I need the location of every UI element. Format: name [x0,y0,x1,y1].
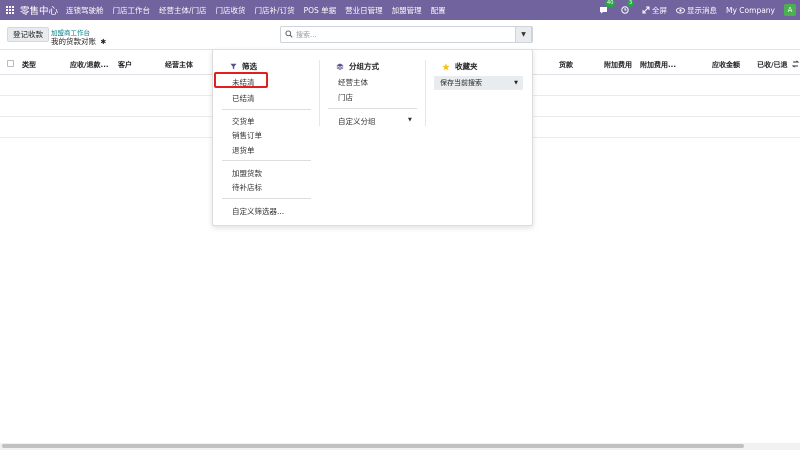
company-name: My Company [726,5,775,15]
divider [222,198,311,199]
divider [222,160,311,161]
column-entity[interactable]: 经营主体 [165,60,193,70]
apps-menu-icon[interactable] [0,0,20,20]
custom-filter[interactable]: 自定义筛选器... [232,206,284,217]
filter-sales-order[interactable]: 销售订单 [232,130,262,141]
star-icon [442,62,450,71]
divider [328,108,417,109]
page-title-text: 我的货款对账 [51,37,96,46]
save-current-search[interactable]: 保存当前搜索 ▼ [434,76,523,90]
menu-item-pos-orders[interactable]: POS 单据 [304,5,337,16]
eye-icon [676,6,685,14]
app-brand[interactable]: 零售中心 [20,3,58,17]
expand-icon [642,6,650,14]
filter-icon [230,63,237,70]
control-panel: 登记收款 加盟商工作台 我的货款对账 ✱ ▼ [0,20,800,50]
custom-group-select[interactable]: 自定义分组 [338,116,376,127]
search-input[interactable] [296,29,516,40]
user-avatar[interactable]: A [784,4,796,16]
activities-count-badge: 3 [627,0,635,7]
column-type[interactable]: 类型 [22,60,36,70]
filter-pending-store-mark[interactable]: 待补店标 [232,182,262,193]
caret-down-icon: ▼ [514,80,518,86]
group-by-header: 分组方式 [336,61,379,72]
show-messages-button[interactable]: 显示消息 [676,5,717,16]
favorites-header: 收藏夹 [442,61,478,72]
fullscreen-label: 全屏 [652,5,668,15]
register-payment-button[interactable]: 登记收款 [7,27,49,42]
filter-franchise-payment[interactable]: 加盟货款 [232,168,262,179]
chat-icon [600,7,608,14]
menu-item-config[interactable]: 配置 [431,5,446,16]
search-options-dropdown: 筛选 未结清 已结清 交货单 销售订单 退货单 加盟货款 待补店标 自定义筛选器… [212,49,533,226]
search-options-toggle[interactable]: ▼ [515,26,532,43]
menu-item-business-day[interactable]: 营业日管理 [345,5,383,16]
menu-item-franchise[interactable]: 加盟管理 [392,5,422,16]
group-by-store[interactable]: 门店 [338,92,353,103]
filter-return-order[interactable]: 退货单 [232,145,255,156]
messages-tray[interactable]: 40 [599,0,616,14]
company-switcher[interactable]: My Company [726,6,775,15]
menu-item-store-replenish[interactable]: 门店补/订货 [255,5,295,16]
column-received-refunded[interactable]: 已收/已退 [757,60,788,70]
search-icon [285,30,293,38]
messages-count-badge: 40 [605,0,616,7]
menu-item-entities-stores[interactable]: 经营主体/门店 [159,5,207,16]
column-divider [319,60,320,126]
gear-icon[interactable]: ✱ [100,38,106,46]
filters-header: 筛选 [230,61,257,72]
column-receivable-refund[interactable]: 应收/退款... [70,60,109,70]
menu-item-dashboard[interactable]: 连锁驾驶舱 [66,5,104,16]
select-all-checkbox[interactable] [7,60,14,67]
column-goods-payment[interactable]: 货款 [559,60,573,70]
group-by-title: 分组方式 [349,62,379,71]
filters-title: 筛选 [242,62,257,71]
column-extra-fee[interactable]: 附加费用 [604,60,632,70]
filter-unsettled[interactable]: 未结清 [232,77,255,88]
filter-settled[interactable]: 已结清 [232,93,255,104]
show-messages-label: 显示消息 [687,5,718,15]
systray: 40 3 全屏 显示消息 My Company A [599,0,800,20]
layers-icon [336,63,344,70]
menu-item-store-workbench[interactable]: 门店工作台 [113,5,151,16]
filter-delivery-order[interactable]: 交货单 [232,116,255,127]
fullscreen-button[interactable]: 全屏 [642,5,667,16]
activities-tray[interactable]: 3 [621,0,635,14]
page-title: 我的货款对账 ✱ [51,36,106,47]
search-box [280,26,533,43]
column-receivable-amount[interactable]: 应收金额 [712,60,740,70]
column-divider [425,60,426,126]
clock-icon [621,6,629,14]
caret-down-icon: ▼ [408,117,412,123]
column-settings-icon[interactable] [792,60,799,68]
save-current-search-label: 保存当前搜索 [440,79,482,87]
group-by-entity[interactable]: 经营主体 [338,77,368,88]
caret-down-icon: ▼ [521,31,526,38]
favorites-title: 收藏夹 [455,62,478,71]
column-extra-fee-detail[interactable]: 附加费用... [640,60,676,70]
main-menu: 连锁驾驶舱 门店工作台 经营主体/门店 门店收货 门店补/订货 POS 单据 营… [66,5,455,16]
horizontal-scrollbar[interactable] [0,443,800,450]
top-navbar: 零售中心 连锁驾驶舱 门店工作台 经营主体/门店 门店收货 门店补/订货 POS… [0,0,800,20]
menu-item-store-receiving[interactable]: 门店收货 [216,5,246,16]
scrollbar-thumb[interactable] [2,444,744,448]
column-customer[interactable]: 客户 [118,60,132,70]
divider [222,109,311,110]
